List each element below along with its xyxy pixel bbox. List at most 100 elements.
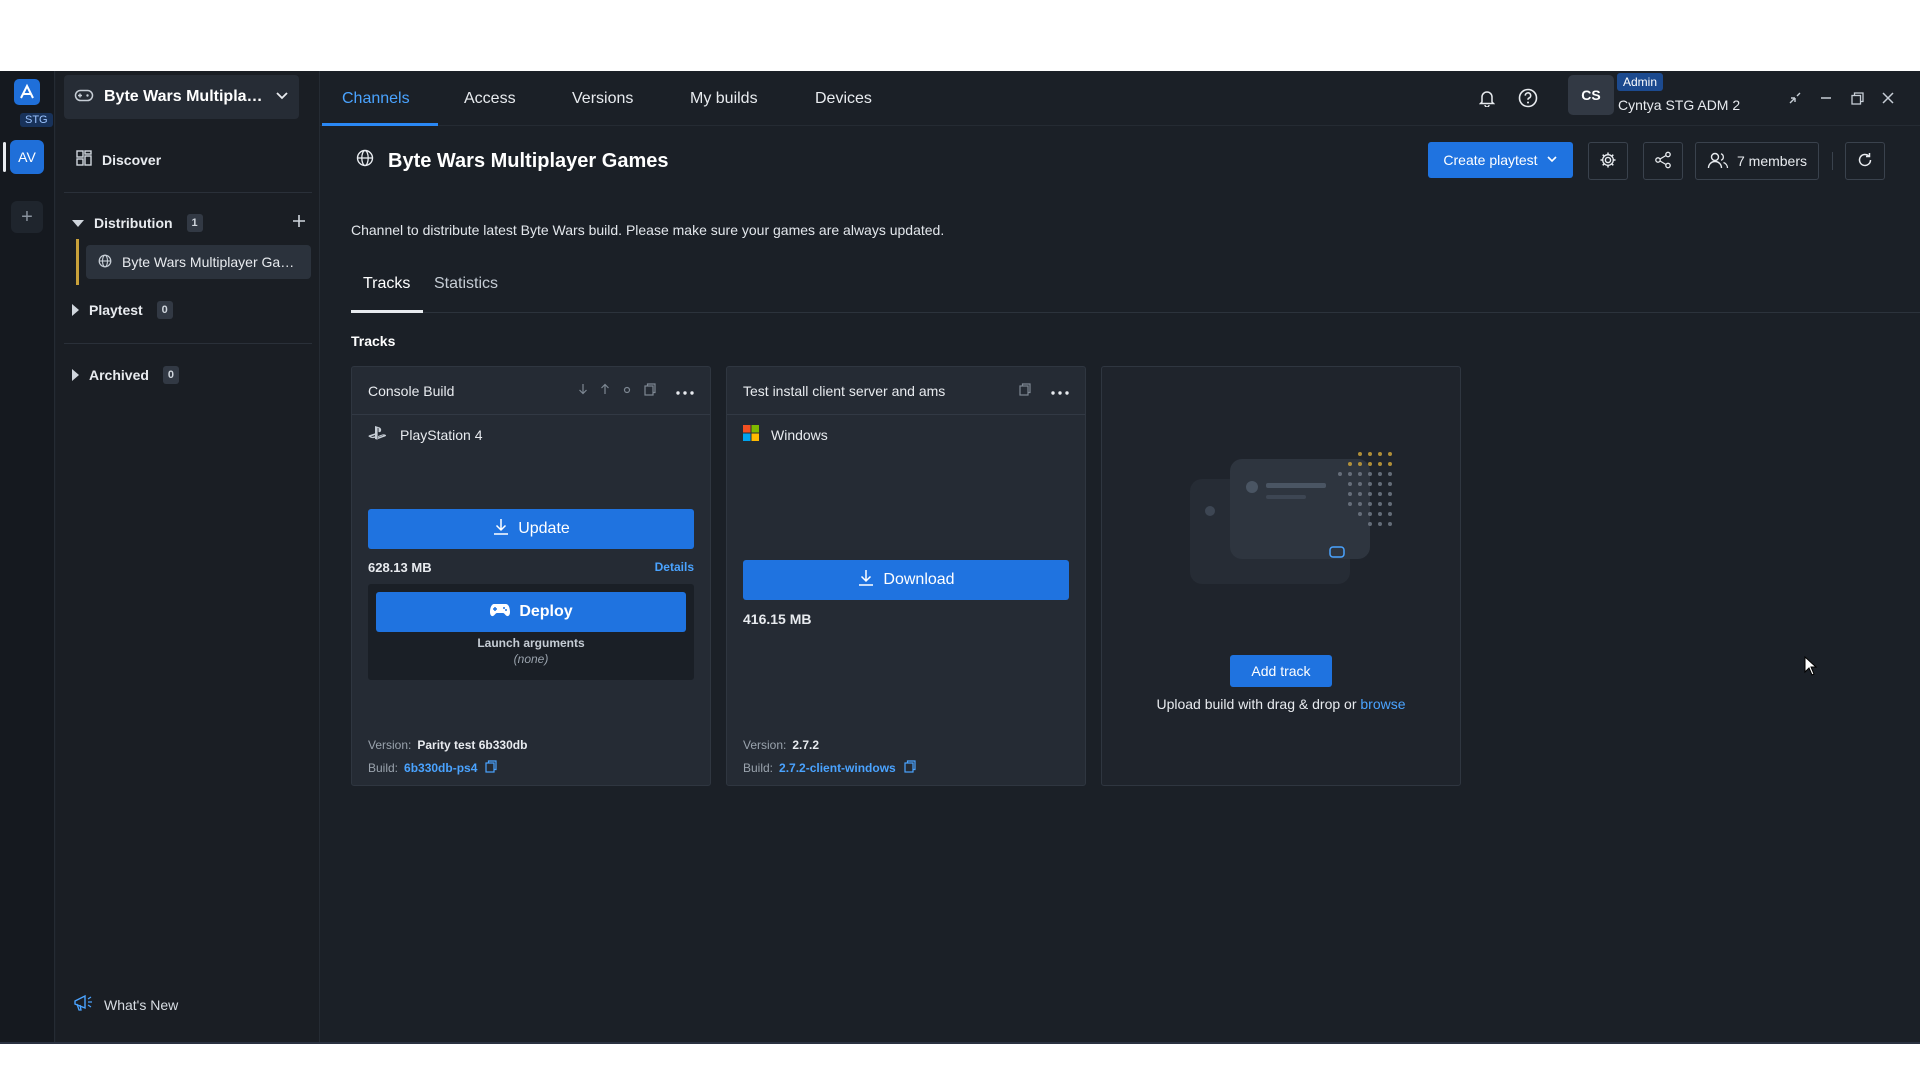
track-card: Test install client server and ams Windo…: [726, 366, 1086, 786]
tracks-section-label: Tracks: [351, 333, 396, 349]
sidebar-divider: [64, 343, 312, 344]
bell-icon[interactable]: [1473, 84, 1501, 112]
update-button[interactable]: Update: [368, 509, 694, 549]
track-platform: PlayStation 4: [368, 425, 483, 444]
more-icon[interactable]: [676, 383, 694, 398]
members-button[interactable]: 7 members: [1695, 142, 1819, 180]
section-label: Distribution: [94, 215, 173, 231]
add-track-button[interactable]: Add track: [1230, 655, 1332, 687]
add-workspace-button[interactable]: +: [11, 201, 43, 233]
upload-hint: Upload build with drag & drop or browse: [1102, 696, 1460, 712]
details-link[interactable]: Details: [655, 560, 694, 574]
build-size: 628.13 MB: [368, 560, 432, 575]
version-value: 2.7.2: [792, 738, 820, 752]
browse-link[interactable]: browse: [1360, 696, 1405, 712]
sidebar-section-playtest[interactable]: Playtest 0: [72, 301, 173, 319]
close-icon[interactable]: [1876, 86, 1900, 110]
channel-item-label: Byte Wars Multiplayer Gam...: [122, 254, 299, 270]
game-name: Byte Wars Multiplay...: [104, 88, 265, 105]
whats-new-link[interactable]: What's New: [72, 993, 178, 1016]
track-name: Test install client server and ams: [743, 382, 946, 399]
version-value: Parity test 6b330db: [417, 738, 528, 752]
track-card-header: Console Build: [352, 367, 710, 415]
more-icon[interactable]: [1051, 383, 1069, 398]
section-count-badge: 0: [156, 301, 173, 319]
discover-link[interactable]: Discover: [76, 150, 161, 169]
build-label: Build:: [743, 761, 774, 775]
globe-icon: [356, 149, 374, 173]
collapse-icon[interactable]: [1783, 86, 1807, 110]
tab-channels[interactable]: Channels: [322, 71, 438, 126]
subtab-bar: Tracks Statistics: [351, 261, 1920, 313]
section-label: Playtest: [89, 302, 143, 318]
build-link[interactable]: 6b330db-ps4: [404, 761, 477, 775]
game-selector[interactable]: Byte Wars Multiplay...: [64, 75, 299, 119]
build-link[interactable]: 2.7.2-client-windows: [779, 761, 896, 775]
megaphone-icon: [72, 993, 94, 1016]
tab-access[interactable]: Access: [464, 71, 516, 126]
copy-icon[interactable]: [1019, 382, 1031, 399]
arrow-up-icon[interactable]: [600, 383, 610, 398]
active-workspace-indicator: [3, 142, 6, 172]
top-nav: Channels Access Versions My builds Devic…: [320, 71, 1920, 126]
download-icon: [492, 518, 510, 541]
chevron-down-icon: [275, 88, 289, 107]
taskbar-strip: [0, 1042, 1920, 1044]
gamepad-icon: [74, 87, 94, 108]
globe-icon: [98, 254, 112, 271]
tab-versions[interactable]: Versions: [572, 71, 633, 126]
app-logo-icon[interactable]: [14, 79, 40, 105]
refresh-button[interactable]: [1845, 142, 1885, 180]
help-icon[interactable]: [1514, 84, 1542, 112]
role-badge: Admin: [1617, 73, 1664, 91]
version-label: Version:: [743, 738, 787, 752]
track-build: Build: 2.7.2-client-windows: [743, 760, 916, 776]
subtab-tracks[interactable]: Tracks: [363, 275, 410, 293]
pin-icon[interactable]: [622, 383, 632, 398]
plus-icon: [292, 211, 306, 234]
track-card: Console Build PlayStation 4 Update 628.1…: [351, 366, 711, 786]
create-playtest-button[interactable]: Create playtest: [1428, 142, 1573, 178]
user-name[interactable]: Cyntya STG ADM 2: [1618, 97, 1740, 113]
settings-button[interactable]: [1588, 142, 1628, 180]
download-icon: [857, 569, 875, 592]
discover-label: Discover: [102, 151, 162, 168]
track-build: Build: 6b330db-ps4: [368, 760, 497, 776]
active-channel-indicator: [76, 239, 79, 285]
subtab-statistics[interactable]: Statistics: [434, 275, 498, 293]
sidebar-section-distribution[interactable]: Distribution 1: [72, 214, 312, 232]
page-title-text: Byte Wars Multiplayer Games: [388, 149, 669, 172]
user-avatar[interactable]: CS: [1568, 75, 1614, 115]
add-track-card[interactable]: Add track Upload build with drag & drop …: [1101, 366, 1461, 786]
track-name: Console Build: [368, 382, 455, 399]
copy-icon[interactable]: [644, 382, 656, 399]
restore-icon[interactable]: [1845, 86, 1869, 110]
deploy-button[interactable]: Deploy: [376, 592, 686, 632]
channel-description: Channel to distribute latest Byte Wars b…: [351, 222, 945, 238]
launch-arguments-value: (none): [513, 652, 549, 666]
toolbar-divider: [1832, 152, 1833, 170]
download-button[interactable]: Download: [743, 560, 1069, 600]
sidebar-section-archived[interactable]: Archived 0: [72, 366, 179, 384]
workspace-avatar[interactable]: AV: [10, 140, 44, 174]
download-label: Download: [883, 571, 955, 588]
add-channel-button[interactable]: [292, 211, 306, 234]
workspace-rail: STG AV +: [0, 71, 55, 1042]
users-icon: [1707, 151, 1729, 172]
build-label: Build:: [368, 761, 399, 775]
sidebar-item-channel[interactable]: Byte Wars Multiplayer Gam...: [86, 245, 311, 279]
whats-new-label: What's New: [104, 996, 179, 1013]
gamepad-icon: [489, 602, 511, 623]
tab-devices[interactable]: Devices: [815, 71, 872, 126]
playstation-icon: [368, 425, 388, 444]
share-button[interactable]: [1643, 142, 1683, 180]
minimize-icon[interactable]: [1814, 86, 1838, 110]
gear-icon: [1599, 151, 1617, 172]
arrow-down-icon[interactable]: [578, 383, 588, 398]
tab-my-builds[interactable]: My builds: [690, 71, 758, 126]
deploy-panel: Deploy Launch arguments (none): [368, 584, 694, 680]
track-card-header: Test install client server and ams: [727, 367, 1085, 415]
copy-icon[interactable]: [904, 760, 916, 776]
copy-icon[interactable]: [485, 760, 497, 776]
caret-right-icon: [72, 369, 79, 381]
